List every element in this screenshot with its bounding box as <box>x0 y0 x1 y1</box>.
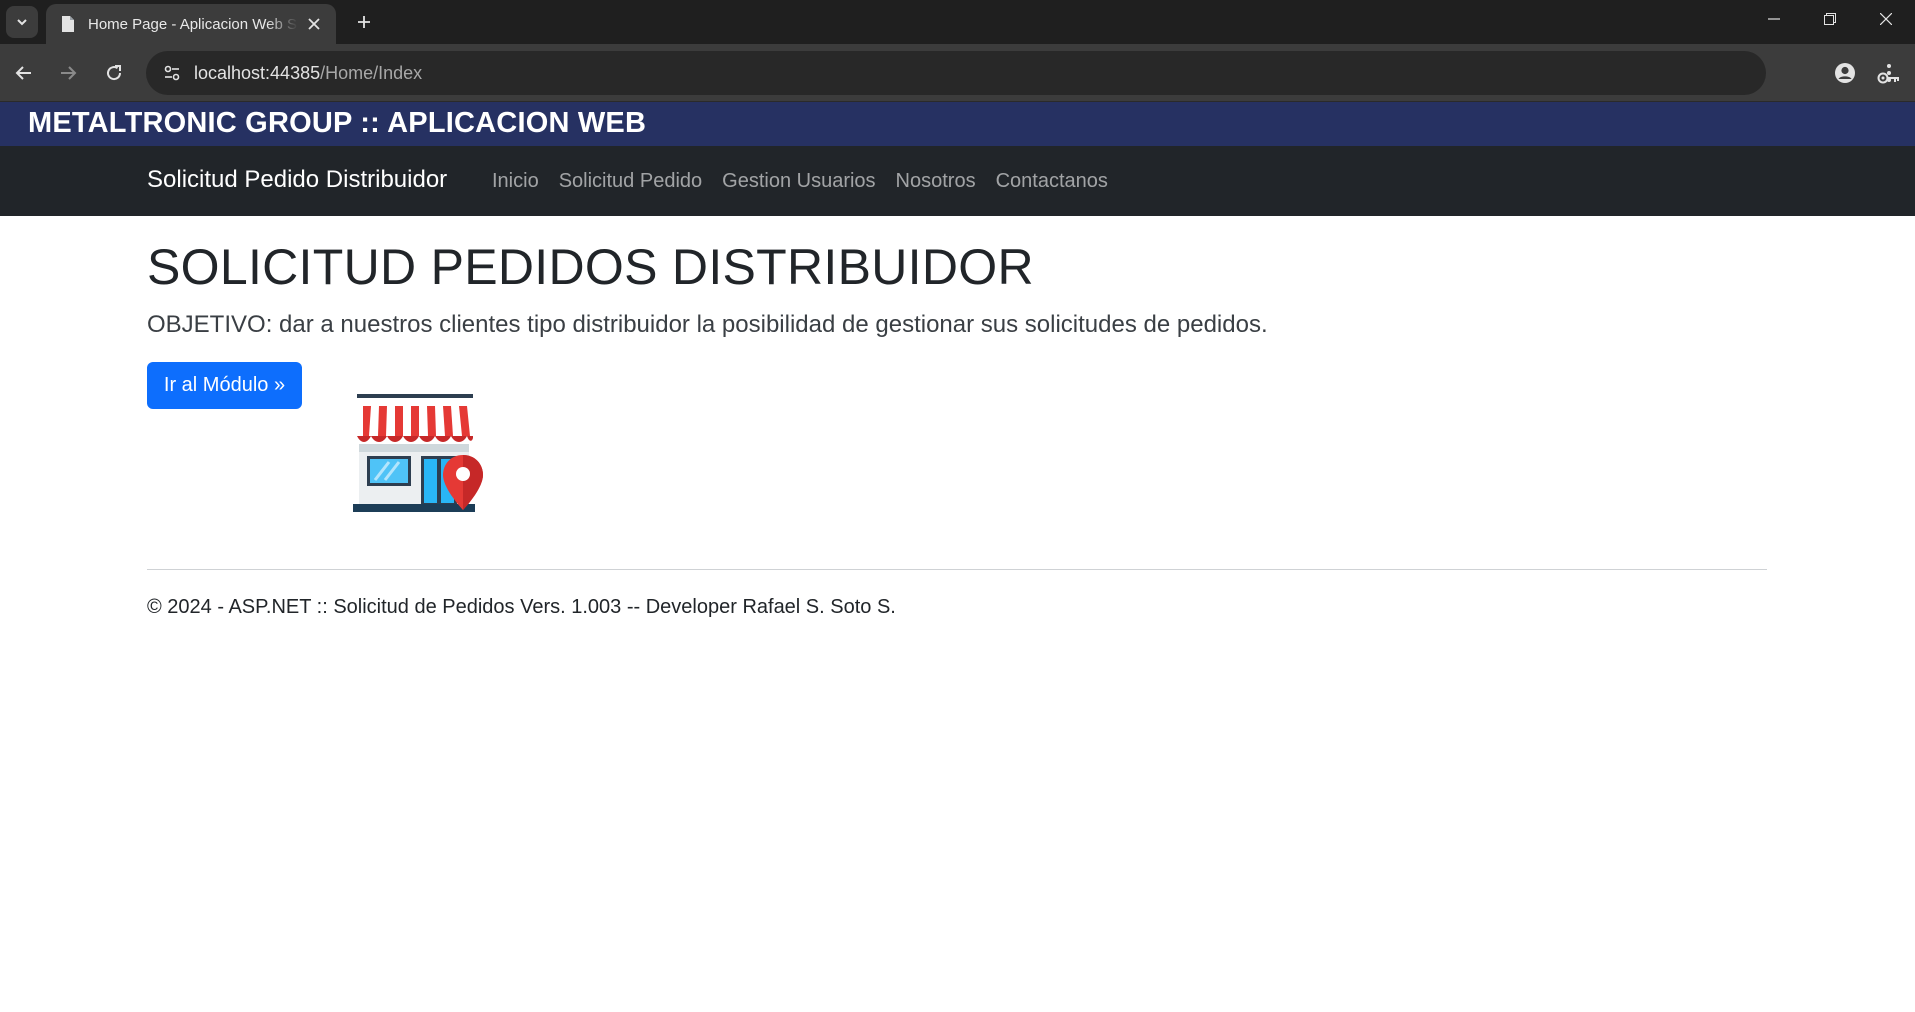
more-menu-button[interactable] <box>1874 56 1904 90</box>
page-title: SOLICITUD PEDIDOS DISTRIBUIDOR <box>147 239 1034 295</box>
brand-title: METALTRONIC GROUP :: APLICACION WEB <box>28 107 647 139</box>
chevron-down-icon <box>17 19 27 26</box>
close-icon[interactable] <box>304 14 324 34</box>
objective-text: OBJETIVO: dar a nuestros clientes tipo d… <box>147 311 1268 338</box>
address-bar[interactable]: localhost:44385/Home/Index <box>146 51 1899 95</box>
url-text[interactable]: localhost:44385/Home/Index <box>194 63 422 84</box>
back-icon <box>15 66 31 80</box>
tab-title: Home Page - Aplicacion Web Solicitud <box>88 15 298 33</box>
navbar-brand-link[interactable]: Solicitud Pedido Distribuidor <box>147 166 447 194</box>
footer-text: © 2024 - ASP.NET :: Solicitud de Pedidos… <box>147 596 896 618</box>
reload-button[interactable] <box>97 56 131 90</box>
minimize-button[interactable] <box>1746 0 1802 38</box>
nav-link-contactanos[interactable]: Contactanos <box>996 170 1108 193</box>
nav-links: Inicio Solicitud Pedido Gestion Usuarios… <box>492 170 1108 193</box>
new-tab-button[interactable] <box>348 6 380 38</box>
plus-icon <box>358 16 370 28</box>
browser-toolbar: localhost:44385/Home/Index <box>0 44 1915 102</box>
main-navbar: Solicitud Pedido Distribuidor Inicio Sol… <box>0 146 1915 216</box>
close-window-button[interactable] <box>1858 0 1914 38</box>
profile-icon <box>1835 63 1855 83</box>
site-info-icon[interactable] <box>156 57 188 89</box>
reload-icon <box>107 65 122 81</box>
nav-link-gestion-usuarios[interactable]: Gestion Usuarios <box>722 170 875 193</box>
nav-link-inicio[interactable]: Inicio <box>492 170 539 193</box>
forward-button[interactable] <box>51 56 85 90</box>
close-window-icon <box>1880 13 1892 25</box>
minimize-icon <box>1768 18 1780 20</box>
nav-link-nosotros[interactable]: Nosotros <box>896 170 976 193</box>
page-icon <box>58 14 78 34</box>
more-vert-icon <box>1887 64 1891 82</box>
nav-link-solicitud-pedido[interactable]: Solicitud Pedido <box>559 170 702 193</box>
url-host: localhost:44385 <box>194 63 321 83</box>
go-to-module-button[interactable]: Ir al Módulo » <box>147 362 302 409</box>
url-path: /Home/Index <box>320 63 423 83</box>
profile-button[interactable] <box>1828 56 1862 90</box>
footer-divider <box>147 569 1767 570</box>
store-location-icon <box>353 394 483 512</box>
brand-bar: METALTRONIC GROUP :: APLICACION WEB <box>0 102 1915 146</box>
restore-icon <box>1824 13 1836 25</box>
back-button[interactable] <box>7 56 41 90</box>
restore-button[interactable] <box>1802 0 1858 38</box>
browser-tab-strip: Home Page - Aplicacion Web Solicitud <box>0 0 1915 44</box>
forward-icon <box>61 66 77 80</box>
tab-list-button[interactable] <box>6 6 38 38</box>
browser-tab[interactable]: Home Page - Aplicacion Web Solicitud <box>46 4 336 44</box>
